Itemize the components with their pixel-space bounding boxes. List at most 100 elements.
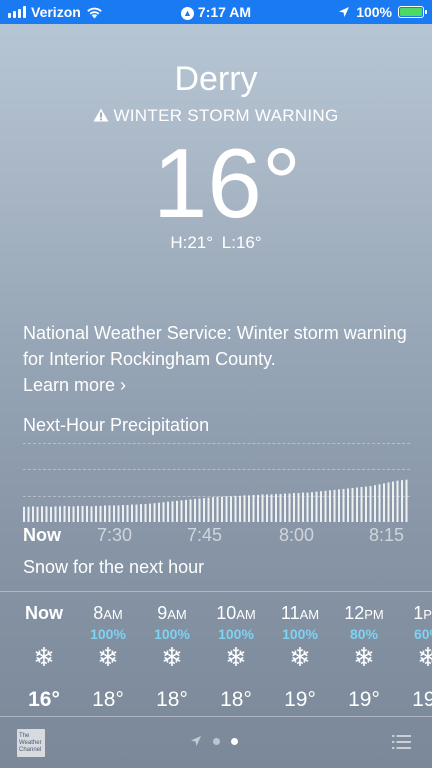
precip-bar	[158, 502, 161, 522]
learn-more-link[interactable]: Learn more ›	[23, 372, 413, 398]
precip-bar	[72, 506, 75, 522]
precip-bar	[252, 494, 255, 522]
precip-bar	[86, 505, 89, 522]
precip-bar	[108, 505, 111, 522]
precip-bar	[144, 504, 147, 522]
precip-bar	[378, 484, 381, 522]
precip-bar	[54, 506, 57, 522]
warning-icon	[93, 108, 109, 122]
precip-bar	[140, 504, 143, 522]
precip-bar	[162, 502, 165, 522]
precip-bar	[297, 493, 300, 522]
precip-bar	[248, 495, 251, 522]
precip-bar	[315, 491, 318, 522]
precip-bar	[320, 491, 323, 522]
precipitation-title: Next-Hour Precipitation	[23, 415, 210, 435]
page-indicator[interactable]	[190, 735, 238, 747]
high-low: H:21° L:16°	[0, 233, 432, 253]
precip-bar	[230, 496, 233, 522]
precip-bar	[221, 496, 224, 522]
snowflake-icon: ❄	[97, 642, 119, 672]
precip-bar	[333, 489, 336, 522]
hour-temperature: 18°	[220, 688, 252, 711]
hour-label: 12PM	[344, 603, 384, 623]
snowflake-icon: ❄	[417, 642, 432, 672]
precip-bar	[347, 488, 350, 522]
precip-bar	[279, 493, 282, 522]
hourly-divider-bottom	[0, 716, 432, 717]
precip-bar	[275, 493, 278, 522]
high-temp: H:21°	[170, 233, 214, 252]
orientation-lock-icon: ▲	[180, 7, 194, 20]
page-dot-2[interactable]	[231, 737, 238, 745]
battery-percent: 100%	[356, 4, 392, 20]
precip-bar	[266, 494, 269, 522]
precip-bar	[306, 492, 309, 522]
precip-bar	[288, 493, 291, 522]
weather-channel-logo[interactable]: The Weather Channel	[17, 729, 45, 757]
low-temp: L:16°	[221, 233, 262, 252]
precip-bar	[68, 506, 71, 522]
precip-bar	[176, 500, 179, 522]
precip-bar	[149, 503, 152, 522]
status-bar: Verizon ▲ 7:17 AM 100%	[0, 0, 432, 24]
precip-bar	[59, 506, 62, 522]
precip-bar	[392, 481, 395, 522]
battery-icon	[398, 6, 427, 18]
precip-bar	[342, 488, 345, 522]
precip-bar	[194, 499, 197, 522]
precip-bar	[311, 492, 314, 522]
precip-chance: 100%	[154, 626, 190, 642]
tick-label-815: 8:15	[369, 525, 405, 545]
precip-bar	[383, 483, 386, 522]
hour-temperature: 19°	[284, 688, 316, 711]
hour-temperature: 18°	[92, 688, 124, 711]
location-page-icon	[191, 736, 201, 746]
page-dot-1[interactable]	[213, 737, 220, 745]
precip-bar	[396, 480, 399, 522]
precip-chance: 100%	[282, 626, 318, 642]
chart-tick-labels: Now 7:30 7:45 8:00 8:15	[23, 525, 413, 547]
alert-text: National Weather Service: Winter storm w…	[23, 323, 407, 369]
chart-gridline-high	[23, 443, 410, 444]
precip-chance: 80%	[349, 626, 379, 642]
precip-bar	[36, 506, 39, 522]
precip-bar	[185, 499, 188, 522]
snowflake-icon: ❄	[225, 642, 247, 672]
snowflake-icon: ❄	[161, 642, 183, 672]
list-icon[interactable]	[392, 735, 411, 749]
precip-bar	[239, 495, 242, 522]
precip-bar	[302, 492, 305, 522]
hour-label: 9AM	[157, 603, 187, 623]
precip-bar	[329, 490, 332, 522]
precip-bar	[167, 501, 170, 522]
precip-bar	[216, 496, 219, 522]
precip-bar	[225, 496, 228, 522]
hour-label: 11AM	[280, 603, 320, 623]
precip-bar	[338, 489, 341, 522]
precip-bar	[387, 482, 390, 522]
precip-bar	[212, 497, 215, 522]
precip-bar	[270, 494, 273, 522]
warning-label: WINTER STORM WARNING	[113, 106, 339, 125]
precip-bar	[81, 505, 84, 522]
precip-bar	[293, 493, 296, 522]
city-name: Derry	[174, 60, 258, 98]
precip-bar	[117, 505, 120, 522]
weather-warning[interactable]: WINTER STORM WARNING	[0, 106, 432, 126]
precip-bar	[131, 504, 134, 522]
precip-bar	[122, 504, 125, 522]
status-right: 100%	[338, 4, 427, 20]
precip-bar	[104, 505, 107, 522]
precip-bar	[243, 495, 246, 522]
hourly-forecast[interactable]: Now ❄ 16° 8AM 100% ❄ 18° 9AM 100% ❄ 18° 10AM 100% ❄ 18…	[0, 592, 432, 716]
location-arrow-icon	[339, 7, 350, 17]
precip-bar	[405, 479, 408, 522]
tick-label-745: 7:45	[187, 525, 223, 545]
precip-bar	[99, 505, 102, 522]
tick-label-800: 8:00	[279, 525, 315, 545]
precip-bar	[90, 506, 93, 522]
current-temperature: 16°	[152, 128, 302, 238]
precip-bar	[126, 504, 129, 522]
precip-bar	[180, 500, 183, 522]
